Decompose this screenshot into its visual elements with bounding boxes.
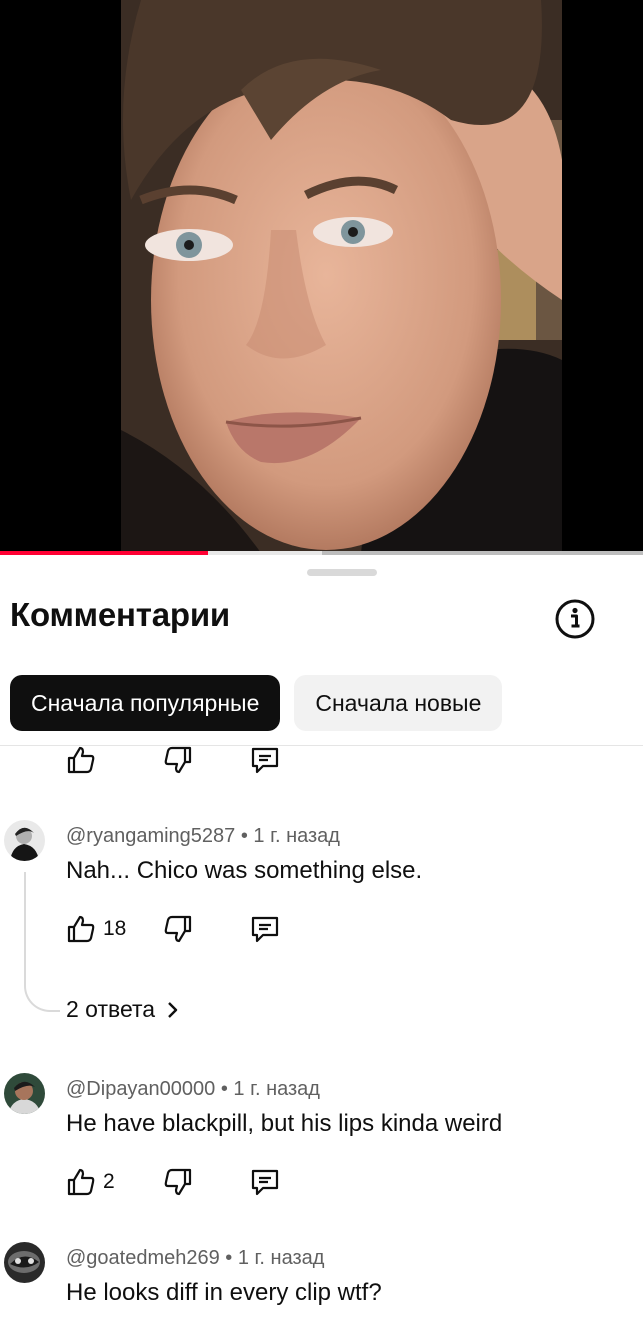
like-button[interactable]: 2: [66, 1166, 115, 1198]
comments-title: Комментарии: [10, 596, 231, 633]
meta-separator: •: [235, 825, 254, 847]
video-buffer-fill: [208, 551, 322, 555]
thumb-up-icon: [67, 915, 95, 943]
sort-chips: Сначала популярные Сначала новые: [10, 675, 503, 731]
meta-separator: •: [215, 1078, 234, 1100]
reply-button[interactable]: [250, 1166, 280, 1198]
video-progress-fill: [0, 551, 208, 555]
like-count: 2: [103, 1170, 115, 1193]
info-button[interactable]: [554, 598, 596, 640]
avatar-image: [4, 1242, 45, 1283]
reply-comment-icon: [251, 1169, 279, 1196]
reply-comment-icon: [251, 916, 279, 943]
reply-button[interactable]: [250, 913, 280, 945]
comment-meta: @ryangaming5287 • 1 г. назад: [66, 825, 340, 848]
thumb-down-icon: [164, 915, 192, 943]
like-button[interactable]: [66, 746, 96, 776]
video-player[interactable]: [0, 0, 643, 555]
avatar[interactable]: [4, 1073, 45, 1114]
avatar[interactable]: [4, 1242, 45, 1283]
thumb-up-icon: [67, 1168, 95, 1196]
like-button[interactable]: 18: [66, 913, 126, 945]
video-still-face: [121, 0, 562, 553]
comment-author[interactable]: @ryangaming5287: [66, 825, 235, 847]
avatar[interactable]: [4, 820, 45, 861]
app-screen: Комментарии Сначала популярные Сначала н…: [0, 0, 643, 1322]
thread-line: [24, 872, 60, 1012]
replies-count-label: 2 ответа: [66, 996, 156, 1022]
reply-button[interactable]: [250, 746, 280, 776]
comment-text: He looks diff in every clip wtf?: [66, 1279, 382, 1306]
avatar-image: [4, 1073, 45, 1114]
avatar-image: [4, 820, 45, 861]
info-circle-icon: [555, 599, 595, 639]
comment-time: 1 г. назад: [253, 825, 340, 847]
thumb-up-icon: [67, 746, 95, 774]
comment-meta: @Dipayan00000 • 1 г. назад: [66, 1078, 320, 1101]
comment-text: Nah... Chico was something else.: [66, 857, 423, 884]
sort-chip-popular[interactable]: Сначала популярные: [10, 675, 281, 731]
sort-chip-newest[interactable]: Сначала новые: [294, 675, 503, 731]
sheet-drag-handle[interactable]: [307, 569, 377, 576]
comment-author[interactable]: @goatedmeh269: [66, 1247, 220, 1269]
chevron-right-icon: [168, 1001, 178, 1018]
dislike-button[interactable]: [163, 913, 193, 945]
view-replies-link[interactable]: 2 ответа: [66, 996, 181, 1023]
thumb-down-icon: [164, 746, 192, 774]
comment-text: He have blackpill, but his lips kinda we…: [66, 1110, 503, 1137]
comment-author[interactable]: @Dipayan00000: [66, 1078, 215, 1100]
video-progress-bar[interactable]: [0, 551, 643, 555]
comment-time: 1 г. назад: [237, 1247, 325, 1269]
comments-list[interactable]: @ryangaming5287 • 1 г. назад Nah... Chic…: [0, 746, 643, 1322]
like-count: 18: [103, 917, 127, 940]
comment-time: 1 г. назад: [233, 1078, 320, 1100]
video-frame: [121, 0, 562, 553]
reply-comment-icon: [251, 747, 279, 774]
comment-meta: @goatedmeh269 • 1 г. назад: [66, 1247, 324, 1270]
thumb-down-icon: [164, 1168, 192, 1196]
meta-separator: •: [219, 1247, 238, 1269]
dislike-button[interactable]: [163, 1166, 193, 1198]
dislike-button[interactable]: [163, 746, 193, 776]
